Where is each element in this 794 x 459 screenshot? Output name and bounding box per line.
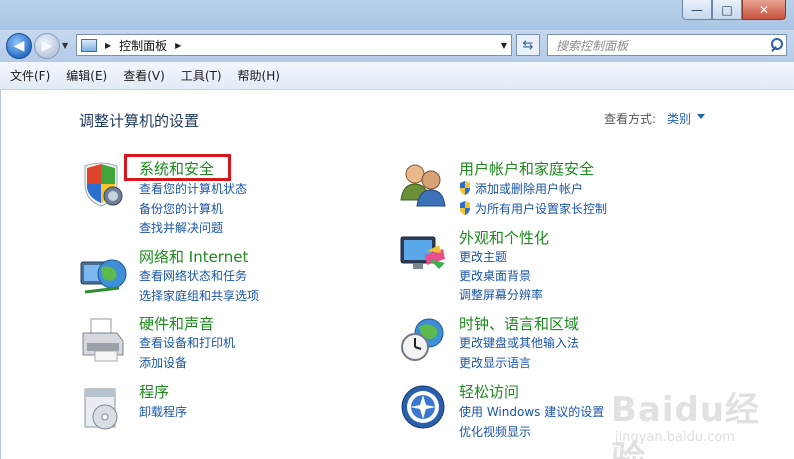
link-optimize-video-display[interactable]: 优化视频显示 [459, 423, 531, 440]
menu-view[interactable]: 查看(V) [123, 67, 165, 84]
view-by-label: 查看方式: [604, 112, 657, 126]
forward-button[interactable]: ▶ [34, 33, 60, 59]
link-add-device[interactable]: 添加设备 [139, 354, 187, 371]
watermark-text: Baidu经验 [611, 390, 761, 459]
address-bar[interactable]: ▶ 控制面板 ▶ ▼ [76, 34, 512, 56]
link-parental-controls[interactable]: 为所有用户设置家长控制 [459, 200, 607, 217]
shield-icon [84, 162, 123, 207]
watermark-url: jingyan.baidu.com [615, 430, 735, 445]
category-title[interactable]: 程序 [139, 381, 169, 402]
link-change-display-language[interactable]: 更改显示语言 [459, 354, 531, 371]
link-troubleshoot[interactable]: 查找并解决问题 [139, 219, 223, 236]
page-title: 调整计算机的设置 [79, 112, 200, 130]
navigation-bar: ◀ ▶ ▼ ▶ 控制面板 ▶ ▼ ⇆ 搜索控制面板 [0, 30, 794, 62]
link-add-remove-users[interactable]: 添加或删除用户帐户 [459, 180, 583, 197]
title-bar: — □ ✕ [0, 0, 794, 30]
breadcrumb-chevron-icon[interactable]: ▶ [105, 41, 111, 50]
printer-icon [82, 318, 124, 362]
category-clock-language-region: 时钟、语言和区域 更改键盘或其他输入法 更改显示语言 [399, 313, 699, 373]
users-icon [400, 164, 446, 207]
back-button[interactable]: ◀ [6, 33, 32, 59]
view-by-dropdown[interactable]: 类别 [667, 110, 691, 127]
link-backup-computer[interactable]: 备份您的计算机 [139, 200, 223, 217]
category-title[interactable]: 硬件和声音 [139, 313, 214, 334]
category-programs: 程序 卸载程序 [79, 381, 339, 431]
arrow-left-icon: ◀ [13, 38, 25, 54]
menu-edit[interactable]: 编辑(E) [66, 67, 107, 84]
menu-bar: 文件(F) 编辑(E) 查看(V) 工具(T) 帮助(H) [0, 62, 794, 90]
menu-tools[interactable]: 工具(T) [181, 67, 222, 84]
category-title[interactable]: 外观和个性化 [459, 227, 549, 248]
recent-pages-dropdown[interactable]: ▼ [62, 41, 68, 50]
link-label: 添加或删除用户帐户 [475, 182, 584, 196]
link-devices-printers[interactable]: 查看设备和打印机 [139, 334, 235, 351]
annotation-highlight-box [124, 154, 231, 181]
search-input[interactable]: 搜索控制面板 [556, 37, 768, 54]
link-change-theme[interactable]: 更改主题 [459, 248, 507, 265]
menu-help[interactable]: 帮助(H) [238, 67, 280, 84]
category-title[interactable]: 轻松访问 [459, 381, 519, 402]
category-hardware-sound: 硬件和声音 查看设备和打印机 添加设备 [79, 313, 339, 373]
close-button[interactable]: ✕ [742, 0, 786, 20]
link-change-desktop-background[interactable]: 更改桌面背景 [459, 267, 531, 284]
category-title[interactable]: 时钟、语言和区域 [459, 313, 579, 334]
programs-disc-icon [84, 388, 118, 430]
breadcrumb-control-panel[interactable]: 控制面板 [119, 37, 167, 54]
control-panel-icon [81, 38, 97, 52]
link-adjust-resolution[interactable]: 调整屏幕分辨率 [459, 286, 543, 303]
address-dropdown-icon[interactable]: ▼ [501, 41, 507, 50]
breadcrumb-chevron-icon[interactable]: ▶ [175, 41, 181, 50]
category-title[interactable]: 网络和 Internet [139, 246, 248, 267]
link-homegroup-sharing[interactable]: 选择家庭组和共享选项 [139, 287, 259, 304]
link-change-keyboard[interactable]: 更改键盘或其他输入法 [459, 334, 579, 351]
refresh-button[interactable]: ⇆ [516, 34, 540, 56]
menu-file[interactable]: 文件(F) [10, 67, 50, 84]
monitor-palette-icon [400, 236, 445, 269]
link-label: 为所有用户设置家长控制 [475, 202, 608, 216]
uac-shield-icon [460, 201, 470, 215]
search-icon[interactable] [768, 36, 786, 54]
category-appearance: 外观和个性化 更改主题 更改桌面背景 调整屏幕分辨率 [399, 227, 699, 302]
chevron-down-icon[interactable] [697, 114, 705, 119]
category-title[interactable]: 用户帐户和家庭安全 [459, 158, 594, 179]
link-view-computer-status[interactable]: 查看您的计算机状态 [139, 180, 247, 197]
link-windows-recommended-settings[interactable]: 使用 Windows 建议的设置 [459, 403, 604, 420]
uac-shield-icon [460, 181, 470, 195]
refresh-icon: ⇆ [522, 37, 534, 53]
arrow-right-icon: ▶ [41, 38, 53, 54]
network-globe-icon [80, 259, 127, 294]
ease-of-access-icon [401, 385, 445, 429]
maximize-button[interactable]: □ [712, 0, 742, 20]
search-box[interactable]: 搜索控制面板 [547, 34, 787, 56]
minimize-button[interactable]: — [682, 0, 712, 20]
window-controls: — □ ✕ [682, 0, 786, 20]
category-network-internet: 网络和 Internet 查看网络状态和任务 选择家庭组和共享选项 [79, 246, 339, 306]
link-network-status[interactable]: 查看网络状态和任务 [139, 267, 247, 284]
clock-globe-icon [401, 318, 444, 361]
category-user-accounts: 用户帐户和家庭安全 添加或删除用户帐户 为所有用户设置家长控制 [399, 158, 699, 218]
baidu-watermark: Baidu经验 jingyan.baidu.com [601, 382, 791, 459]
content-area: 调整计算机的设置 查看方式: 类别 系统和安全 查看您的计算机状态 备份您的计算… [0, 90, 794, 459]
link-uninstall-program[interactable]: 卸载程序 [139, 403, 187, 420]
